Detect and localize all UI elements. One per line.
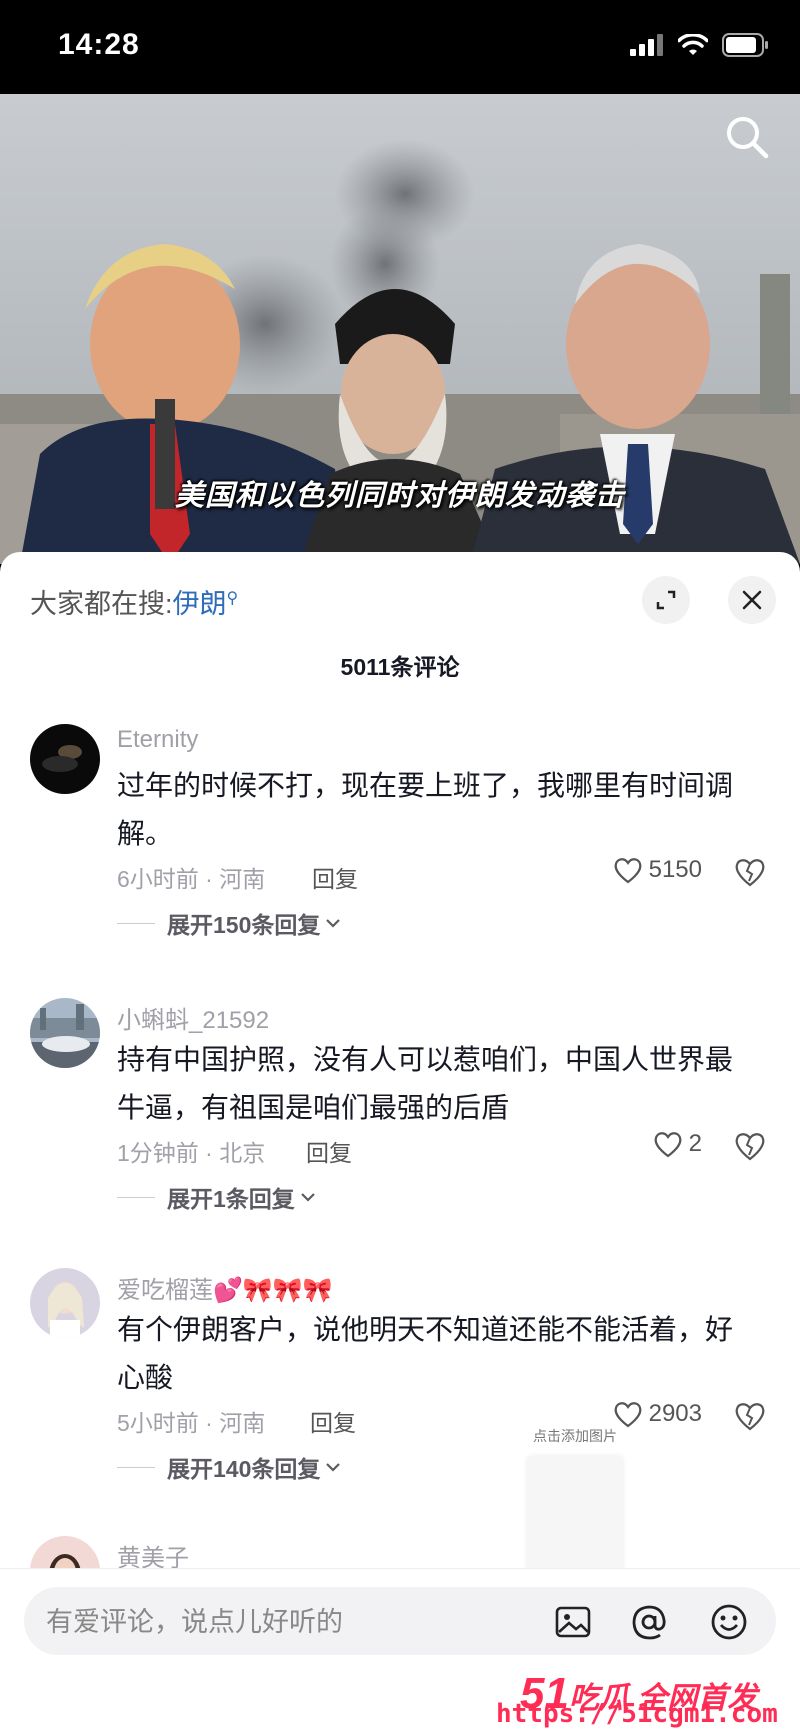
- close-panel-button[interactable]: [728, 576, 776, 624]
- expand-replies-label: 展开150条回复: [167, 912, 321, 938]
- reply-button[interactable]: 回复: [306, 1134, 352, 1168]
- heart-icon: [614, 1402, 641, 1428]
- comment-text[interactable]: 持有中国护照，没有人可以惹咱们，中国人世界最牛逼，有祖国是咱们最强的后盾: [117, 1036, 757, 1132]
- avatar[interactable]: [30, 998, 100, 1068]
- comment-username[interactable]: 小蝌蚪_21592: [117, 1000, 269, 1035]
- add-image-hint: 点击添加图片: [533, 1428, 617, 1444]
- like-button[interactable]: 2903: [613, 1400, 702, 1428]
- comment-text[interactable]: 有个伊朗客户，说他明天不知道还能不能活着，好心酸: [117, 1306, 757, 1402]
- trending-search[interactable]: 大家都在搜:伊朗⚲: [30, 582, 238, 621]
- reply-button[interactable]: 回复: [310, 1404, 356, 1438]
- close-icon: [742, 590, 762, 610]
- image-icon[interactable]: [554, 1603, 592, 1641]
- status-bar: 14:28: [0, 0, 800, 94]
- comment-text[interactable]: 过年的时候不打，现在要上班了，我哪里有时间调解。: [117, 762, 757, 858]
- heart-icon: [614, 858, 641, 884]
- status-icons: [630, 33, 770, 57]
- like-count: 2903: [648, 1400, 702, 1427]
- expand-replies-button[interactable]: 展开1条回复: [117, 1180, 317, 1214]
- mention-icon[interactable]: [630, 1603, 668, 1641]
- video-player[interactable]: 美国和以色列同时对伊朗发动袭击: [0, 94, 800, 564]
- divider: [117, 1196, 155, 1198]
- chevron-down-icon: [326, 919, 341, 928]
- comment-meta: 5小时前 · 河南: [117, 1410, 266, 1436]
- trending-prefix: 大家都在搜:: [30, 589, 173, 619]
- search-small-icon: ⚲: [226, 590, 239, 607]
- expand-panel-button[interactable]: [642, 576, 690, 624]
- comment-input[interactable]: [44, 1587, 548, 1657]
- preview-thumbnail: [527, 1456, 623, 1576]
- like-button[interactable]: 5150: [613, 856, 702, 884]
- divider: [117, 922, 155, 924]
- emoji-icon[interactable]: [710, 1603, 748, 1641]
- like-count: 2: [688, 1130, 702, 1157]
- dislike-icon[interactable]: [734, 856, 766, 888]
- reply-button[interactable]: 回复: [312, 860, 358, 894]
- trending-keyword[interactable]: 伊朗: [173, 589, 227, 619]
- comment-panel: 大家都在搜:伊朗⚲ 5011条评论 Eternity 过年的时候不打，现在要上班…: [0, 552, 800, 1731]
- search-icon[interactable]: [722, 112, 772, 162]
- add-image-preview[interactable]: 点击添加图片: [520, 1426, 630, 1576]
- avatar[interactable]: [30, 1268, 100, 1338]
- comment-count: 5011条评论: [340, 654, 460, 680]
- comment-input-container: [24, 1587, 776, 1657]
- status-time: 14:28: [58, 28, 140, 61]
- video-caption: 美国和以色列同时对伊朗发动袭击: [174, 480, 625, 512]
- comment-username[interactable]: Eternity: [117, 726, 198, 754]
- comment-username[interactable]: 爱吃榴莲💕🎀🎀🎀: [117, 1270, 333, 1305]
- like-button[interactable]: 2: [653, 1130, 702, 1158]
- divider: [117, 1466, 155, 1468]
- expand-replies-button[interactable]: 展开150条回复: [117, 906, 342, 940]
- chevron-down-icon: [326, 1463, 341, 1472]
- battery-icon: [722, 33, 768, 57]
- expand-replies-button[interactable]: 展开140条回复: [117, 1450, 342, 1484]
- watermark-url: https://51cgm1.com: [496, 1699, 778, 1729]
- comment-meta: 1分钟前 · 北京: [117, 1140, 266, 1166]
- signal-icon: [630, 34, 663, 56]
- expand-replies-label: 展开1条回复: [167, 1186, 295, 1212]
- dislike-icon[interactable]: [734, 1130, 766, 1162]
- heart-icon: [654, 1132, 682, 1158]
- avatar[interactable]: [30, 724, 100, 794]
- expand-icon: [656, 590, 676, 610]
- expand-replies-label: 展开140条回复: [167, 1456, 321, 1482]
- comment-input-bar: 51吃瓜 全网首发 https://51cgm1.com: [0, 1568, 800, 1732]
- chevron-down-icon: [301, 1193, 315, 1202]
- like-count: 5150: [648, 856, 702, 883]
- comment-meta: 6小时前 · 河南: [117, 866, 266, 892]
- dislike-icon[interactable]: [734, 1400, 766, 1432]
- wifi-icon: [678, 34, 708, 55]
